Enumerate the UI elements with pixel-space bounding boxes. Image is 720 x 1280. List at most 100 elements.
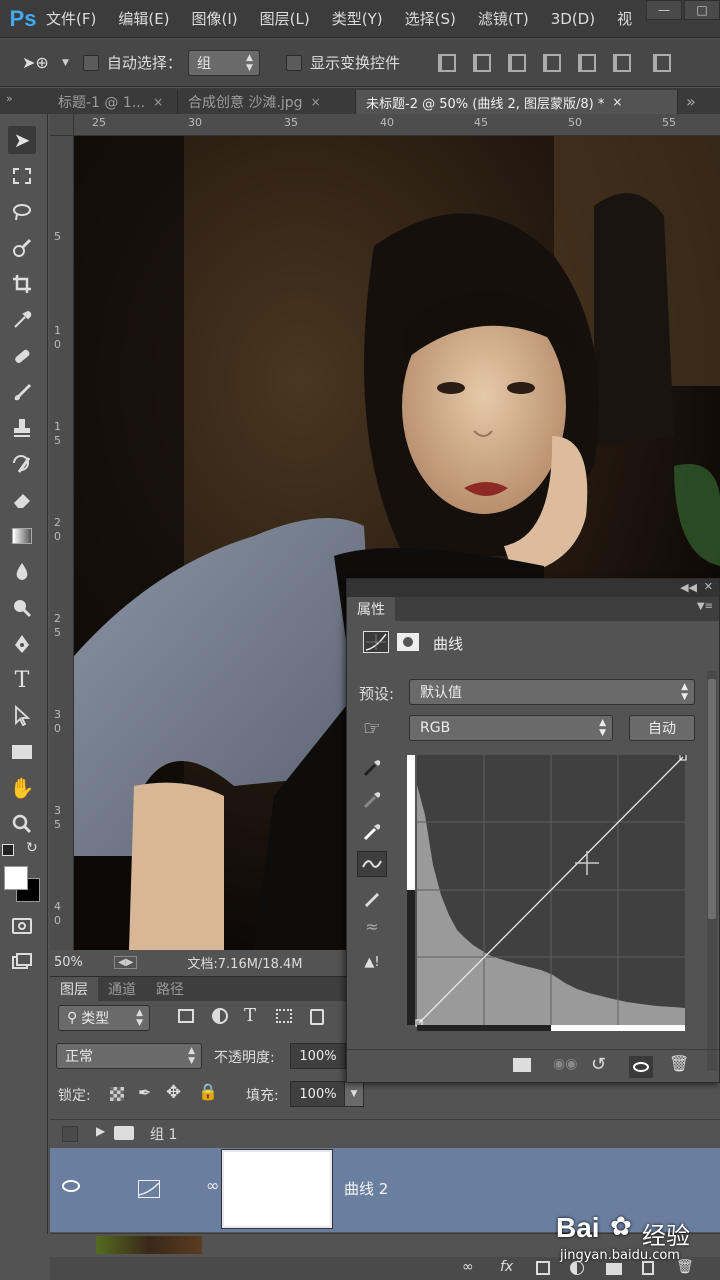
clipping-warning-icon[interactable]: ▲! xyxy=(357,949,387,975)
align-top-icon[interactable] xyxy=(437,53,456,72)
crop-tool-icon[interactable] xyxy=(8,270,36,298)
filter-adjustment-icon[interactable] xyxy=(212,1008,228,1024)
tab-paths[interactable]: 路径 xyxy=(146,977,194,1001)
quick-mask-icon[interactable] xyxy=(8,912,36,940)
zoom-level[interactable]: 50% xyxy=(54,955,114,970)
layer-name[interactable]: 组 1 xyxy=(150,1124,177,1144)
align-vcenter-icon[interactable] xyxy=(472,53,491,72)
move-tool-icon[interactable]: ➤⊕ xyxy=(22,53,62,72)
opacity-input[interactable]: 100% xyxy=(290,1043,346,1069)
view-previous-icon[interactable]: ◉◉ xyxy=(553,1056,577,1072)
panel-menu-icon[interactable]: ▼≡ xyxy=(697,601,713,612)
hand-tool-icon[interactable]: ✋ xyxy=(8,774,36,802)
zoom-tool-icon[interactable] xyxy=(8,810,36,838)
show-transform-checkbox[interactable] xyxy=(285,54,302,71)
menu-layer[interactable]: 图层(L) xyxy=(260,8,310,29)
ruler-horizontal[interactable]: 25 30 35 40 45 50 55 xyxy=(74,114,720,136)
healing-brush-tool-icon[interactable] xyxy=(8,342,36,370)
tabs-overflow-icon[interactable]: » xyxy=(686,92,696,111)
pencil-draw-icon[interactable] xyxy=(357,885,387,911)
lock-all-icon[interactable]: 🔒 xyxy=(198,1082,218,1101)
align-left-icon[interactable] xyxy=(542,53,561,72)
fill-input[interactable]: 100% xyxy=(290,1081,346,1107)
maximize-icon[interactable]: □ xyxy=(684,0,720,20)
layer-row-group[interactable]: ▶ 组 1 xyxy=(50,1119,720,1147)
auto-select-dropdown[interactable]: 组 ▲ ▼ xyxy=(187,49,260,76)
filter-type-icon[interactable]: T xyxy=(244,1005,256,1026)
stamp-tool-icon[interactable] xyxy=(8,414,36,442)
status-arrow-icon[interactable]: ◀▶ xyxy=(114,955,138,969)
auto-select-checkbox[interactable] xyxy=(82,54,99,71)
link-layers-icon[interactable]: ∞ xyxy=(462,1259,474,1275)
properties-scrollbar[interactable] xyxy=(707,671,717,1071)
menu-view[interactable]: 视 xyxy=(617,8,632,29)
brush-tool-icon[interactable] xyxy=(8,378,36,406)
auto-button[interactable]: 自动 xyxy=(629,715,695,741)
visibility-toggle-empty[interactable] xyxy=(62,1126,78,1142)
preset-dropdown[interactable]: 默认值 ▲ ▼ xyxy=(409,679,695,705)
tab-document-3[interactable]: 未标题-2 @ 50% (曲线 2, 图层蒙版/8) * × xyxy=(356,90,678,114)
default-colors-icon[interactable] xyxy=(2,844,14,856)
lock-transparent-icon[interactable] xyxy=(110,1087,124,1101)
collapse-icon[interactable]: ◀◀ xyxy=(680,581,697,594)
smooth-curve-icon[interactable]: ≈ xyxy=(357,913,387,939)
blur-tool-icon[interactable] xyxy=(8,558,36,586)
menu-image[interactable]: 图像(I) xyxy=(192,8,238,29)
trash-icon[interactable]: 🗑 xyxy=(669,1054,689,1073)
ruler-origin[interactable] xyxy=(50,114,74,136)
tab-properties[interactable]: 属性 xyxy=(347,597,395,621)
close-icon[interactable]: ✕ xyxy=(704,580,713,593)
marquee-tool-icon[interactable] xyxy=(8,162,36,190)
swap-colors-icon[interactable]: ↻ xyxy=(26,840,38,856)
menu-3d[interactable]: 3D(D) xyxy=(551,10,595,28)
eye-icon[interactable] xyxy=(62,1180,80,1192)
tab-layers[interactable]: 图层 xyxy=(50,977,98,1001)
screen-mode-icon[interactable] xyxy=(8,948,36,976)
close-icon[interactable]: × xyxy=(612,95,622,109)
menu-file[interactable]: 文件(F) xyxy=(46,8,96,29)
close-icon[interactable]: × xyxy=(153,95,163,109)
tool-preset-arrow-icon[interactable]: ▼ xyxy=(62,58,69,68)
menu-edit[interactable]: 编辑(E) xyxy=(118,8,169,29)
filter-shape-icon[interactable] xyxy=(276,1009,292,1023)
quick-select-tool-icon[interactable] xyxy=(8,234,36,262)
fx-icon[interactable]: fx xyxy=(500,1259,513,1275)
chain-link-icon[interactable]: ∞ xyxy=(206,1176,219,1195)
type-tool-icon[interactable]: T xyxy=(8,666,36,694)
lock-pixels-icon[interactable]: ✒ xyxy=(138,1083,151,1102)
expand-triangle-icon[interactable]: ▶ xyxy=(96,1124,105,1138)
align-hcenter-icon[interactable] xyxy=(577,53,596,72)
white-point-eyedropper-icon[interactable] xyxy=(357,819,387,845)
toolbox-collapse[interactable]: » xyxy=(0,88,48,114)
gray-point-eyedropper-icon[interactable] xyxy=(357,787,387,813)
eraser-tool-icon[interactable] xyxy=(8,486,36,514)
path-select-tool-icon[interactable] xyxy=(8,702,36,730)
clip-to-layer-icon[interactable] xyxy=(513,1058,531,1072)
channel-dropdown[interactable]: RGB ▲ ▼ xyxy=(409,715,613,741)
eye-icon[interactable] xyxy=(629,1056,653,1078)
menu-select[interactable]: 选择(S) xyxy=(405,8,456,29)
filter-smart-object-icon[interactable] xyxy=(310,1009,324,1025)
menu-filter[interactable]: 滤镜(T) xyxy=(478,8,529,29)
layer-filter-dropdown[interactable]: ⚲ 类型 ▲ ▼ xyxy=(58,1005,150,1031)
distribute-icon[interactable] xyxy=(652,53,671,72)
history-brush-tool-icon[interactable] xyxy=(8,450,36,478)
filter-pixel-icon[interactable] xyxy=(178,1009,194,1023)
black-point-eyedropper-icon[interactable] xyxy=(357,755,387,781)
layer-name[interactable]: 曲线 2 xyxy=(344,1178,388,1199)
menu-type[interactable]: 类型(Y) xyxy=(332,8,383,29)
curve-edit-points-icon[interactable] xyxy=(357,851,387,877)
lasso-tool-icon[interactable] xyxy=(8,198,36,226)
move-tool-icon[interactable]: ➤ xyxy=(8,126,36,154)
rectangle-tool-icon[interactable] xyxy=(8,738,36,766)
eyedropper-tool-icon[interactable] xyxy=(8,306,36,334)
ruler-vertical[interactable]: 5 1 0 1 5 2 0 2 5 3 0 3 5 4 0 xyxy=(50,136,74,950)
reset-icon[interactable]: ↺ xyxy=(591,1054,606,1075)
tab-document-2[interactable]: 合成创意 沙滩.jpg × xyxy=(178,90,356,114)
close-icon[interactable]: × xyxy=(311,95,321,109)
gradient-tool-icon[interactable] xyxy=(8,522,36,550)
lock-position-icon[interactable]: ✥ xyxy=(166,1082,181,1103)
add-mask-icon[interactable] xyxy=(536,1261,550,1275)
foreground-color-swatch[interactable] xyxy=(4,866,28,890)
tab-channels[interactable]: 通道 xyxy=(98,977,146,1001)
